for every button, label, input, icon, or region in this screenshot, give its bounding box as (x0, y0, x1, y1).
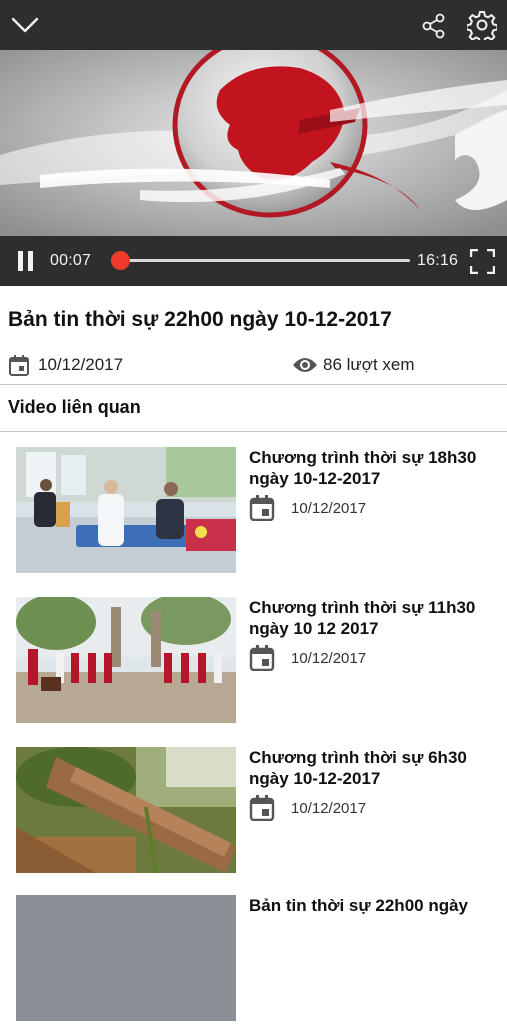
view-count-text: 86 lượt xem (323, 355, 415, 374)
share-icon[interactable] (421, 13, 447, 39)
duration: 16:16 (417, 252, 459, 269)
video-title: Bản tin thời sự 22h00 ngày 10-12-2017 (8, 308, 392, 331)
related-heading: Video liên quan (8, 397, 141, 417)
related-thumbnail[interactable] (16, 747, 236, 873)
related-video-item[interactable]: Chương trình thời sự 11h30 ngày 10 12 20… (0, 597, 507, 727)
related-thumbnail[interactable] (16, 447, 236, 573)
video-player[interactable]: 00:07 16:16 (0, 0, 507, 286)
related-title[interactable]: Chương trình thời sự 11h30 ngày 10 12 20… (249, 597, 499, 639)
divider (0, 384, 507, 385)
calendar-icon (249, 795, 275, 821)
divider (0, 431, 507, 432)
chevron-down-icon[interactable] (10, 14, 40, 36)
video-date-text: 10/12/2017 (38, 355, 124, 374)
video-frame[interactable] (0, 50, 507, 236)
video-globe-graphic (0, 50, 507, 236)
calendar-icon (9, 355, 29, 376)
player-top-bar (0, 0, 507, 50)
related-thumbnail[interactable] (16, 597, 236, 723)
related-title[interactable]: Bản tin thời sự 22h00 ngày (249, 895, 499, 916)
calendar-icon (249, 495, 275, 521)
related-thumbnail[interactable] (16, 895, 236, 1021)
gear-icon[interactable] (467, 10, 497, 40)
related-title[interactable]: Chương trình thời sự 6h30 ngày 10-12-201… (249, 747, 499, 789)
related-date: 10/12/2017 (291, 800, 367, 817)
related-video-item[interactable]: Chương trình thời sự 6h30 ngày 10-12-201… (0, 747, 507, 877)
related-video-item[interactable]: Chương trình thời sự 18h30 ngày 10-12-20… (0, 447, 507, 577)
fullscreen-icon[interactable] (470, 249, 495, 274)
related-date: 10/12/2017 (291, 650, 367, 667)
related-video-item[interactable]: Bản tin thời sự 22h00 ngày (0, 895, 507, 1025)
related-date: 10/12/2017 (291, 500, 367, 517)
seek-handle[interactable] (111, 251, 131, 270)
current-time: 00:07 (50, 252, 92, 269)
calendar-icon (249, 645, 275, 671)
eye-icon (293, 358, 317, 372)
related-title[interactable]: Chương trình thời sự 18h30 ngày 10-12-20… (249, 447, 499, 489)
pause-icon[interactable] (16, 250, 36, 272)
seek-bar[interactable] (118, 259, 410, 262)
